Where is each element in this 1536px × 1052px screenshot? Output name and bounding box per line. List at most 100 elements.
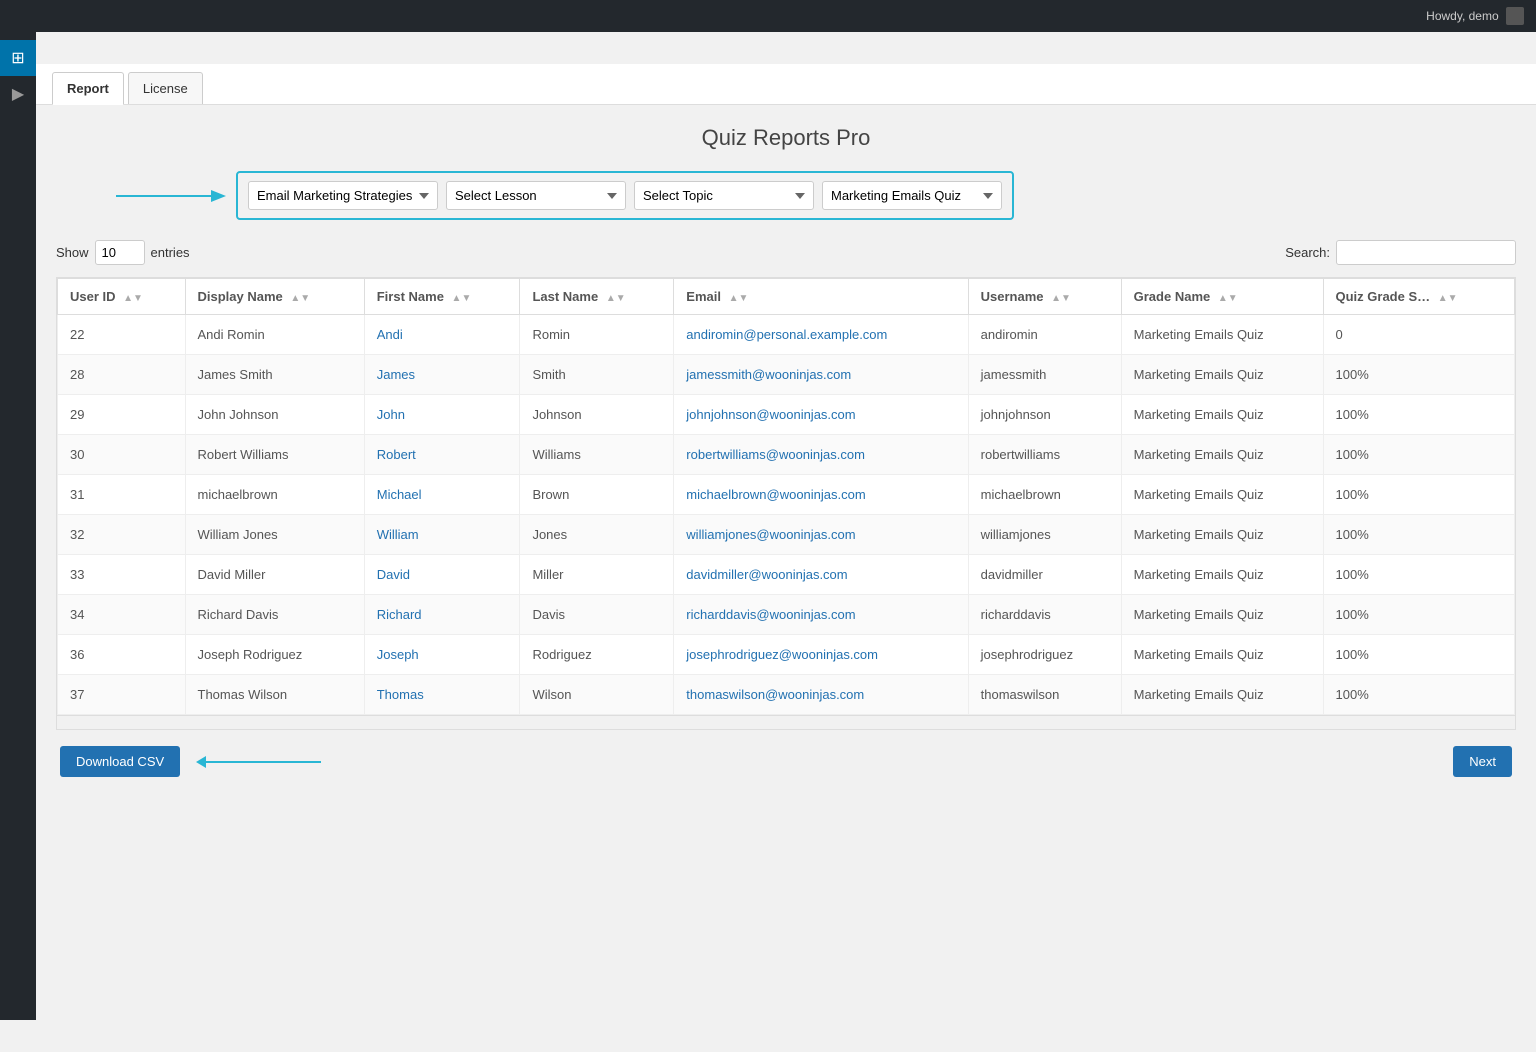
table-row: 22Andi RominAndiRominandiromin@personal.… <box>58 315 1515 355</box>
next-button[interactable]: Next <box>1453 746 1512 777</box>
search-box: Search: <box>1285 240 1516 265</box>
table-row: 34Richard DavisRichardDavisricharddavis@… <box>58 595 1515 635</box>
sort-icon-quiz-grade: ▲▼ <box>1438 293 1458 304</box>
content-area: Quiz Reports Pro Email Marketing Strateg… <box>36 105 1536 797</box>
top-bar: Howdy, demo <box>0 0 1536 32</box>
table-cell: andiromin@personal.example.com <box>674 315 968 355</box>
search-input[interactable] <box>1336 240 1516 265</box>
table-row: 36Joseph RodriguezJosephRodriguezjosephr… <box>58 635 1515 675</box>
table-cell: 100% <box>1323 595 1515 635</box>
horizontal-scrollbar[interactable] <box>57 715 1515 729</box>
dashboard-icon[interactable]: ⊞ <box>0 40 36 76</box>
table-cell: Andi Romin <box>185 315 364 355</box>
sort-icon-user-id: ▲▼ <box>123 293 143 304</box>
lesson-select[interactable]: Select Lesson <box>446 181 626 210</box>
table-cell: williamjones@wooninjas.com <box>674 515 968 555</box>
search-label: Search: <box>1285 245 1330 260</box>
download-csv-button[interactable]: Download CSV <box>60 746 180 777</box>
sort-icon-first-name: ▲▼ <box>452 293 472 304</box>
col-email[interactable]: Email ▲▼ <box>674 279 968 315</box>
table-cell: jamessmith@wooninjas.com <box>674 355 968 395</box>
table-cell: robertwilliams@wooninjas.com <box>674 435 968 475</box>
table-cell: 36 <box>58 635 186 675</box>
table-cell: johnjohnson@wooninjas.com <box>674 395 968 435</box>
table-cell: Rodriguez <box>520 635 674 675</box>
tab-report[interactable]: Report <box>52 72 124 105</box>
sort-icon-grade-name: ▲▼ <box>1218 293 1238 304</box>
table-cell: Williams <box>520 435 674 475</box>
table-cell: 37 <box>58 675 186 715</box>
show-entries-input[interactable] <box>95 240 145 265</box>
table-controls: Show entries Search: <box>56 240 1516 265</box>
table-head: User ID ▲▼ Display Name ▲▼ First Name ▲▼… <box>58 279 1515 315</box>
play-icon[interactable]: ▶ <box>0 76 36 112</box>
table-cell: 30 <box>58 435 186 475</box>
col-user-id[interactable]: User ID ▲▼ <box>58 279 186 315</box>
col-first-name[interactable]: First Name ▲▼ <box>364 279 520 315</box>
table-cell: Marketing Emails Quiz <box>1121 315 1323 355</box>
table-cell: williamjones <box>968 515 1121 555</box>
col-quiz-grade[interactable]: Quiz Grade S… ▲▼ <box>1323 279 1515 315</box>
table-cell: richarddavis@wooninjas.com <box>674 595 968 635</box>
table-cell: michaelbrown <box>968 475 1121 515</box>
table-cell: Joseph <box>364 635 520 675</box>
topic-select[interactable]: Select Topic <box>634 181 814 210</box>
table-cell: Romin <box>520 315 674 355</box>
table-body: 22Andi RominAndiRominandiromin@personal.… <box>58 315 1515 715</box>
bottom-left: Download CSV <box>60 746 326 777</box>
table-cell: 100% <box>1323 475 1515 515</box>
table-cell: Richard <box>364 595 520 635</box>
bottom-controls: Download CSV Next <box>56 746 1516 777</box>
table-cell: William <box>364 515 520 555</box>
table-cell: Robert Williams <box>185 435 364 475</box>
table-cell: Marketing Emails Quiz <box>1121 435 1323 475</box>
table-cell: Marketing Emails Quiz <box>1121 555 1323 595</box>
table-cell: 29 <box>58 395 186 435</box>
download-arrow-svg <box>196 750 326 774</box>
table-cell: John <box>364 395 520 435</box>
table-cell: 34 <box>58 595 186 635</box>
table-cell: thomaswilson <box>968 675 1121 715</box>
table-cell: Miller <box>520 555 674 595</box>
table-cell: Johnson <box>520 395 674 435</box>
table-cell: Thomas Wilson <box>185 675 364 715</box>
table-cell: Jones <box>520 515 674 555</box>
filter-section: Email Marketing Strategies Select Lesson… <box>56 171 1516 220</box>
table-cell: 28 <box>58 355 186 395</box>
table-cell: Marketing Emails Quiz <box>1121 475 1323 515</box>
table-cell: robertwilliams <box>968 435 1121 475</box>
entries-label: entries <box>151 245 190 260</box>
col-username[interactable]: Username ▲▼ <box>968 279 1121 315</box>
table-cell: David Miller <box>185 555 364 595</box>
col-display-name[interactable]: Display Name ▲▼ <box>185 279 364 315</box>
table-cell: Marketing Emails Quiz <box>1121 595 1323 635</box>
col-grade-name[interactable]: Grade Name ▲▼ <box>1121 279 1323 315</box>
table-cell: James <box>364 355 520 395</box>
table-cell: Davis <box>520 595 674 635</box>
table-cell: michaelbrown@wooninjas.com <box>674 475 968 515</box>
table-row: 28James SmithJamesSmithjamessmith@woonin… <box>58 355 1515 395</box>
table-cell: Marketing Emails Quiz <box>1121 395 1323 435</box>
filter-box: Email Marketing Strategies Select Lesson… <box>236 171 1014 220</box>
table-cell: David <box>364 555 520 595</box>
table-cell: josephrodriguez <box>968 635 1121 675</box>
table-cell: James Smith <box>185 355 364 395</box>
course-select[interactable]: Email Marketing Strategies <box>248 181 438 210</box>
table-cell: richarddavis <box>968 595 1121 635</box>
col-last-name[interactable]: Last Name ▲▼ <box>520 279 674 315</box>
main-content: Report License Quiz Reports Pro Email Ma… <box>36 64 1536 1052</box>
table-cell: Robert <box>364 435 520 475</box>
table-cell: Thomas <box>364 675 520 715</box>
table-row: 37Thomas WilsonThomasWilsonthomaswilson@… <box>58 675 1515 715</box>
table-cell: Marketing Emails Quiz <box>1121 355 1323 395</box>
tab-license[interactable]: License <box>128 72 203 104</box>
quiz-select[interactable]: Marketing Emails Quiz <box>822 181 1002 210</box>
sort-icon-email: ▲▼ <box>729 293 749 304</box>
table-row: 32William JonesWilliamJoneswilliamjones@… <box>58 515 1515 555</box>
table-cell: 100% <box>1323 675 1515 715</box>
table-cell: William Jones <box>185 515 364 555</box>
table-cell: 100% <box>1323 555 1515 595</box>
show-label: Show <box>56 245 89 260</box>
table-cell: John Johnson <box>185 395 364 435</box>
table-header-row: User ID ▲▼ Display Name ▲▼ First Name ▲▼… <box>58 279 1515 315</box>
